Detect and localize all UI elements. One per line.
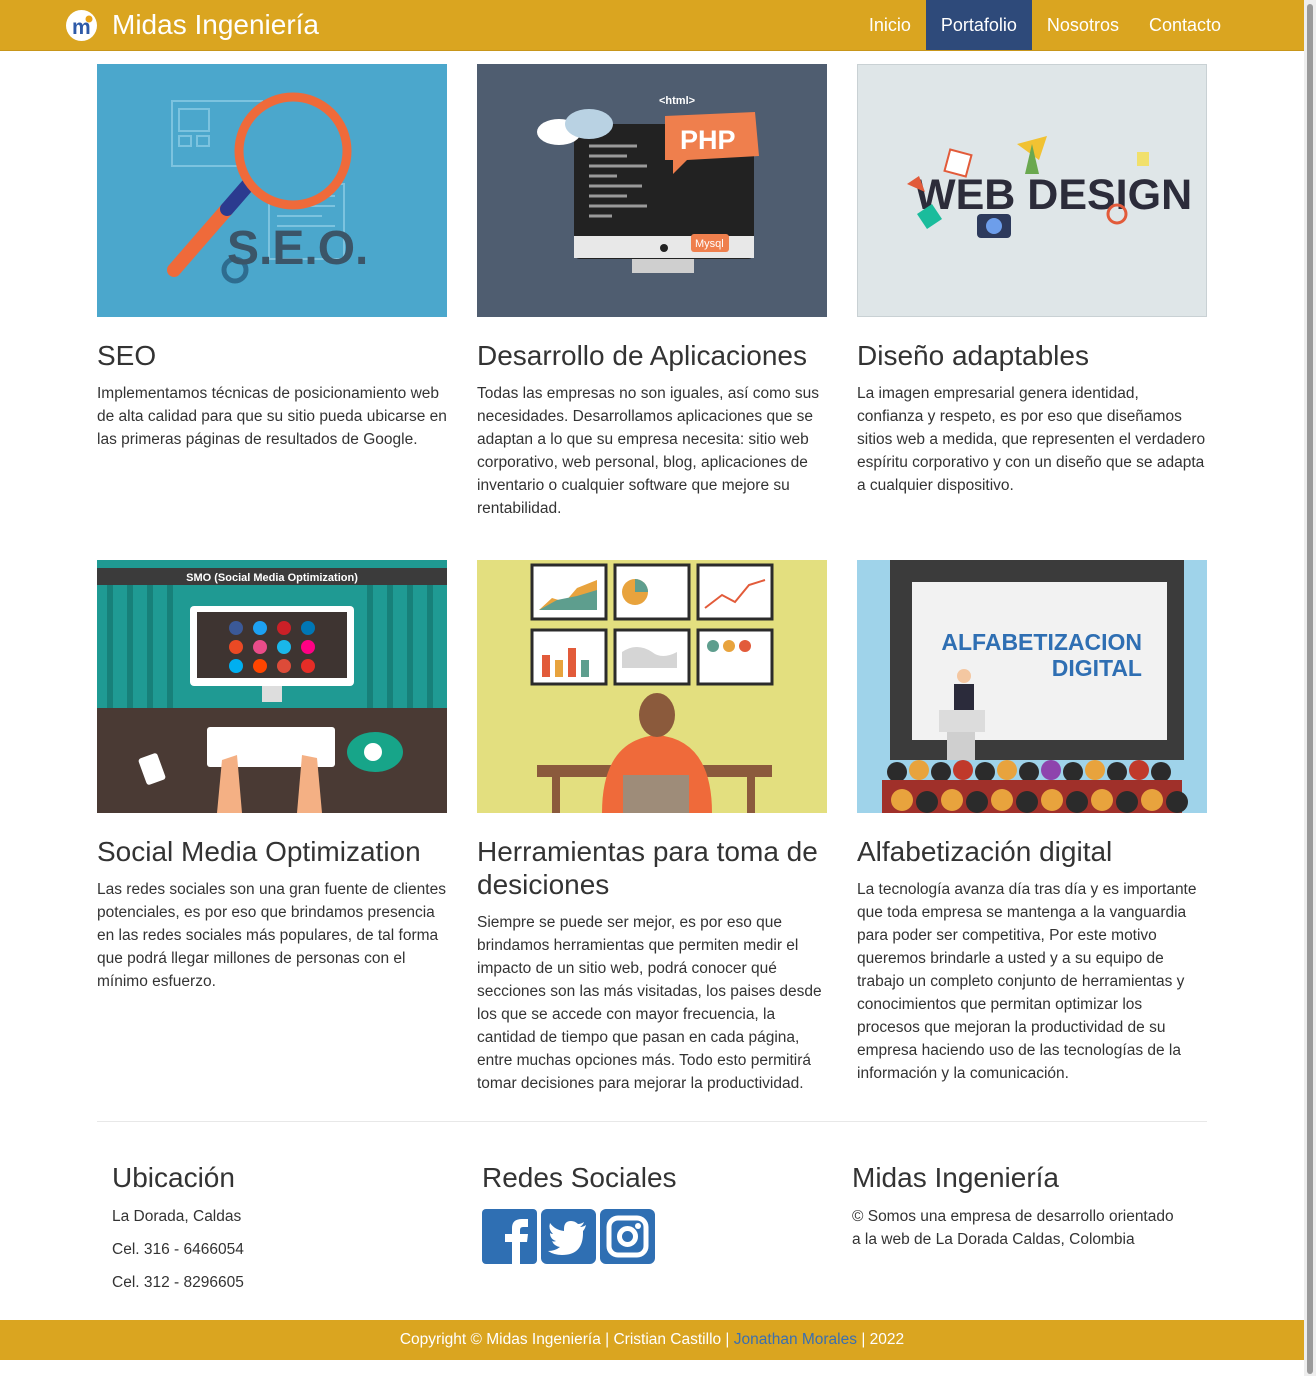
html-image-text: <html>	[659, 95, 695, 107]
location-phone-2: Cel. 312 - 8296605	[112, 1274, 244, 1291]
portfolio-card-seo: S.E.O. SEO Implementamos técnicas de pos…	[97, 64, 447, 451]
card-title: Diseño adaptables	[857, 340, 1089, 371]
footer-location: Ubicación La Dorada, Caldas Cel. 316 - 6…	[112, 1160, 442, 1294]
page-scrollbar[interactable]	[1304, 0, 1316, 1376]
brand[interactable]: m Midas Ingeniería	[66, 8, 319, 42]
section-divider	[97, 1121, 1207, 1122]
footer-social: Redes Sociales	[482, 1160, 812, 1264]
footer-location-title: Ubicación	[112, 1162, 235, 1193]
footer-social-title: Redes Sociales	[482, 1162, 677, 1193]
mysql-image-text: Mysql	[695, 238, 724, 250]
smo-illustration: SMO (Social Media Optimization)	[97, 560, 447, 813]
scrollbar-thumb[interactable]	[1307, 4, 1313, 1374]
social-links	[482, 1209, 812, 1264]
portfolio-card-herramientas: Herramientas para toma de desiciones Sie…	[477, 560, 827, 1095]
facebook-icon[interactable]	[482, 1209, 537, 1264]
logo-mark-icon: m	[66, 10, 97, 40]
copyright-bar: Copyright © Midas Ingeniería | Cristian …	[0, 1320, 1304, 1360]
card-title: Alfabetización digital	[857, 836, 1113, 867]
about-text-line-1: © Somos una empresa de desarrollo orient…	[852, 1208, 1174, 1225]
card-text: Todas las empresas no son iguales, así c…	[477, 385, 820, 517]
brand-name[interactable]: Midas Ingeniería	[112, 9, 319, 41]
twitter-icon[interactable]	[541, 1209, 596, 1264]
card-text: Implementamos técnicas de posicionamient…	[97, 385, 447, 448]
portfolio-card-alfabetizacion: ALFABETIZACION DIGITAL Alfabetización di…	[857, 560, 1207, 1085]
about-text-line-2: a la web de La Dorada Caldas, Colombia	[852, 1231, 1135, 1248]
nav-item-inicio[interactable]: Inicio	[854, 0, 926, 50]
instagram-icon[interactable]	[600, 1209, 655, 1264]
portfolio-card-smo: SMO (Social Media Optimization) Social M…	[97, 560, 447, 993]
card-title: SEO	[97, 340, 157, 371]
card-title: Herramientas para toma de desiciones	[477, 836, 818, 900]
midas-logo-icon: m	[66, 9, 97, 41]
php-image-text: PHP	[680, 125, 736, 155]
digital-image-text: DIGITAL	[1052, 655, 1142, 681]
location-city: La Dorada, Caldas	[112, 1208, 242, 1225]
card-text: Siempre se puede ser mejor, es por eso q…	[477, 914, 822, 1092]
main-nav: Inicio Portafolio Nosotros Contacto	[854, 0, 1236, 50]
webdesign-image-text: WEB DESIGN	[915, 171, 1192, 219]
web-design-illustration: WEB DESIGN	[857, 64, 1207, 317]
author-link[interactable]: Jonathan Morales	[734, 1331, 857, 1348]
card-title: Social Media Optimization	[97, 836, 421, 867]
top-navbar: m Midas Ingeniería Inicio Portafolio Nos…	[0, 0, 1304, 51]
card-text: La imagen empresarial genera identidad, …	[857, 385, 1206, 494]
footer-about: Midas Ingeniería © Somos una empresa de …	[852, 1160, 1192, 1251]
portfolio-card-desarrollo: PHP <html> Mysql Desarrollo de Aplicacio…	[477, 64, 827, 520]
copyright-suffix: | 2022	[861, 1331, 905, 1348]
digital-literacy-illustration: ALFABETIZACION DIGITAL	[857, 560, 1207, 813]
analytics-tools-illustration	[477, 560, 827, 813]
copyright-prefix: Copyright © Midas Ingeniería | Cristian …	[399, 1331, 730, 1348]
nav-item-nosotros[interactable]: Nosotros	[1032, 0, 1134, 50]
smo-image-text: SMO (Social Media Optimization)	[186, 572, 358, 584]
card-title: Desarrollo de Aplicaciones	[477, 340, 807, 371]
card-text: Las redes sociales son una gran fuente d…	[97, 881, 446, 990]
app-development-illustration: PHP <html> Mysql	[477, 64, 827, 317]
nav-item-contacto[interactable]: Contacto	[1134, 0, 1236, 50]
nav-item-portafolio[interactable]: Portafolio	[925, 0, 1032, 50]
seo-illustration: S.E.O.	[97, 64, 447, 317]
card-text: La tecnología avanza día tras día y es i…	[857, 881, 1197, 1082]
location-phone-1: Cel. 316 - 6466054	[112, 1241, 244, 1258]
alfabetizacion-image-text: ALFABETIZACION	[941, 629, 1142, 655]
portfolio-card-diseno: WEB DESIGN Diseño adaptables La imagen e…	[857, 64, 1207, 497]
seo-image-text: S.E.O.	[227, 222, 368, 275]
footer-about-title: Midas Ingeniería	[852, 1162, 1060, 1193]
